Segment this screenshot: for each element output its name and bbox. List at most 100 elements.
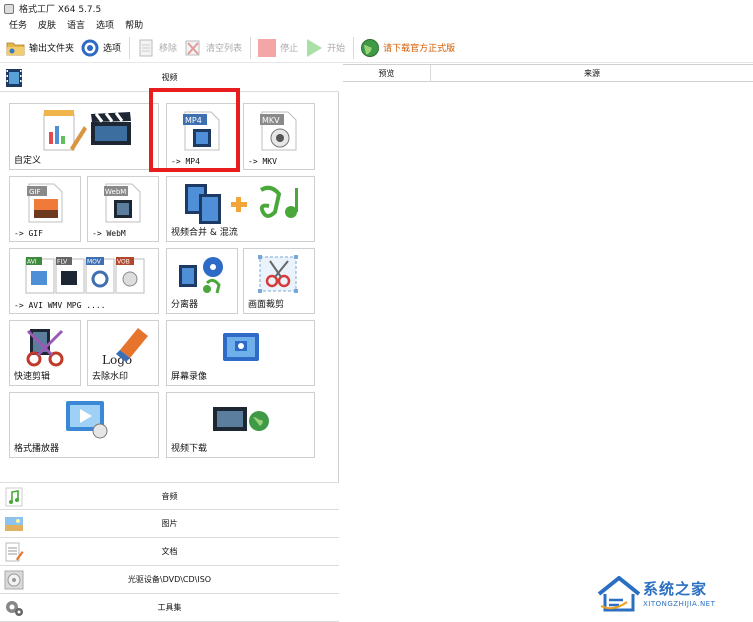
play-icon	[304, 38, 324, 58]
multi-format-icon: AVI FLV MOV VOB	[25, 257, 145, 294]
category-document-title: 文档	[161, 547, 178, 556]
toolbar: 输出文件夹 选项 移除 清空列表 停止 开始 请下载官方正式版	[0, 33, 753, 63]
house-logo-icon	[597, 576, 641, 612]
clear-icon	[183, 38, 203, 58]
tile-gif-label: -> GIF	[14, 229, 43, 238]
stop-button[interactable]: 停止	[257, 35, 298, 61]
window-title: 格式工厂 X64 5.7.5	[19, 5, 102, 15]
folder-icon	[6, 38, 26, 58]
crop-scissors-icon	[258, 255, 298, 293]
tile-mkv[interactable]: MKV -> MKV	[243, 103, 315, 170]
tile-mkv-label: -> MKV	[248, 157, 277, 166]
watermark-text: 系统之家 XITONGZHIJIA.NET	[643, 578, 715, 608]
mkv-badge: MKV	[262, 116, 280, 125]
tile-splitter-label: 分离器	[171, 300, 199, 310]
player-icon	[66, 401, 108, 439]
tile-custom-label: 自定义	[14, 156, 42, 166]
tile-splitter[interactable]: 分离器	[166, 248, 238, 314]
tile-quick-cut-label: 快速剪辑	[14, 372, 51, 382]
category-image-title: 图片	[161, 519, 178, 528]
remove-icon	[136, 38, 156, 58]
tile-merge[interactable]: 视频合并 & 混流	[166, 176, 315, 242]
title-bar: 格式工厂 X64 5.7.5	[0, 0, 753, 17]
category-tools-title: 工具集	[157, 603, 182, 612]
output-folder-label: 输出文件夹	[29, 44, 75, 54]
category-audio-header[interactable]: 音频	[0, 482, 339, 510]
app-icon	[4, 3, 14, 14]
tile-merge-label: 视频合并 & 混流	[171, 228, 238, 238]
screen-record-icon	[223, 333, 259, 361]
tile-quick-cut[interactable]: 快速剪辑	[9, 320, 81, 386]
category-document-header[interactable]: 文档	[0, 538, 339, 566]
tile-avi-wmv-label: -> AVI WMV MPG ....	[14, 301, 106, 310]
merge-icon	[185, 184, 298, 224]
document-chart-icon	[43, 110, 87, 151]
vob-badge: VOB	[117, 259, 130, 266]
clear-list-button[interactable]: 清空列表	[183, 35, 242, 61]
download-official-button[interactable]: 请下载官方正式版	[360, 35, 455, 61]
task-table-header: 预览 来源	[343, 64, 753, 82]
gif-badge: GIF	[29, 188, 41, 196]
options-button[interactable]: 选项	[80, 35, 121, 61]
output-folder-button[interactable]: 输出文件夹	[6, 35, 74, 61]
image-icon	[5, 517, 23, 531]
menu-language[interactable]: 语言	[67, 18, 85, 31]
menu-skin[interactable]: 皮肤	[38, 18, 56, 31]
gear-icon	[80, 38, 100, 58]
menu-help[interactable]: 帮助	[125, 18, 143, 31]
music-note-icon	[5, 487, 23, 507]
toolbar-separator	[353, 36, 355, 59]
stop-icon	[257, 38, 277, 58]
tile-custom[interactable]: 自定义	[9, 103, 159, 170]
remove-label: 移除	[159, 44, 178, 54]
start-label: 开始	[327, 44, 346, 54]
eraser-icon: Logo	[102, 328, 148, 367]
tile-screen-record[interactable]: 屏幕录像	[166, 320, 315, 386]
category-audio-title: 音频	[161, 491, 178, 501]
tile-crop[interactable]: 画面裁剪	[243, 248, 315, 314]
disc-icon	[4, 570, 24, 590]
start-button[interactable]: 开始	[304, 35, 345, 61]
category-disc-header[interactable]: 光驱设备\DVD\CD\ISO	[0, 566, 339, 594]
tile-screen-record-label: 屏幕录像	[171, 372, 208, 382]
webm-badge: WebM	[105, 188, 126, 196]
menu-task[interactable]: 任务	[9, 18, 27, 31]
film-icon	[6, 69, 22, 87]
tile-remove-watermark[interactable]: Logo 去除水印	[87, 320, 159, 386]
menu-bar: 任务 皮肤 语言 选项 帮助	[0, 17, 753, 32]
tile-webm[interactable]: WebM -> WebM	[87, 176, 159, 242]
options-label: 选项	[103, 44, 122, 54]
category-disc-title: 光驱设备\DVD\CD\ISO	[127, 575, 212, 584]
gif-file-icon: GIF	[27, 183, 63, 223]
splitter-icon	[179, 257, 223, 294]
category-panel: 视频 自定义 MP4 -> MP4 MKV -> MKV GIF -> GIF …	[0, 64, 339, 622]
tile-avi-wmv[interactable]: AVI FLV MOV VOB -> AVI WMV MPG ....	[9, 248, 159, 314]
category-image-header[interactable]: 图片	[0, 510, 339, 538]
category-tools-header[interactable]: 工具集	[0, 594, 339, 622]
flv-badge: FLV	[57, 259, 68, 266]
mkv-file-icon: MKV	[260, 111, 297, 151]
watermark-main: 系统之家	[643, 580, 708, 598]
webm-file-icon: WebM	[104, 183, 141, 223]
column-preview[interactable]: 预览	[343, 65, 431, 81]
tile-webm-label: -> WebM	[92, 229, 126, 238]
tile-gif[interactable]: GIF -> GIF	[9, 176, 81, 242]
tile-player[interactable]: 格式播放器	[9, 392, 159, 458]
download-official-label: 请下载官方正式版	[383, 44, 456, 54]
tile-player-label: 格式播放器	[14, 444, 60, 454]
remove-button[interactable]: 移除	[136, 35, 177, 61]
tools-icon	[6, 601, 23, 616]
clapperboard-icon	[91, 112, 131, 145]
watermark-sub: XITONGZHIJIA.NET	[643, 600, 716, 608]
globe-icon	[360, 38, 380, 58]
menu-options[interactable]: 选项	[96, 18, 114, 31]
video-download-icon	[213, 407, 269, 431]
clear-list-label: 清空列表	[206, 44, 243, 54]
column-source[interactable]: 来源	[431, 65, 753, 81]
toolbar-separator	[250, 36, 252, 59]
document-icon	[5, 542, 24, 562]
quick-cut-icon	[26, 329, 64, 367]
highlight-box	[149, 88, 240, 172]
tile-video-download[interactable]: 视频下载	[166, 392, 315, 458]
tile-crop-label: 画面裁剪	[248, 300, 285, 310]
